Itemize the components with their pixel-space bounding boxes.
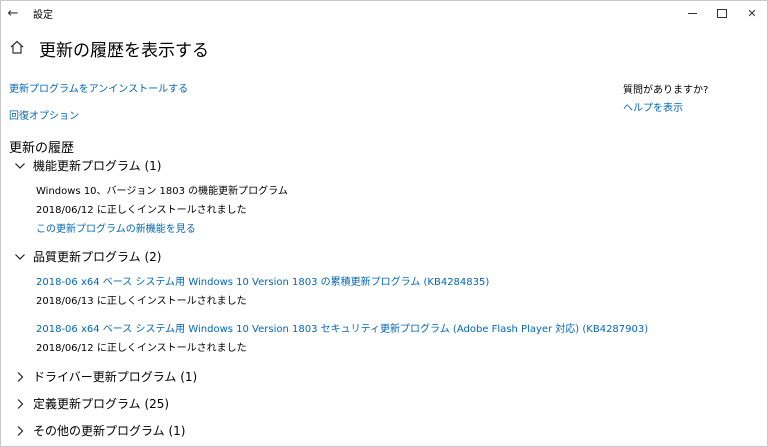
chevron-right-icon [13, 424, 27, 438]
quality-update-link-2[interactable]: 2018-06 x64 ベース システム用 Windows 10 Version… [36, 320, 648, 335]
help-question-label: 質問がありますか? [623, 85, 709, 96]
quality-update-link-1[interactable]: 2018-06 x64 ベース システム用 Windows 10 Version… [36, 273, 489, 288]
maximize-button[interactable] [707, 1, 737, 25]
window-controls: ✕ [677, 1, 767, 25]
app-title: 設定 [33, 10, 53, 21]
update-history-title: 更新の履歴 [9, 141, 75, 156]
home-icon[interactable] [9, 39, 25, 55]
quality-update-status-2: 2018/06/12 に正しくインストールされました [36, 343, 247, 354]
chevron-down-icon [13, 250, 27, 264]
recovery-options-link[interactable]: 回復オプション [9, 107, 79, 122]
definition-updates-header[interactable]: 定義更新プログラム (25) [13, 395, 169, 412]
other-updates-label: その他の更新プログラム (1) [33, 424, 186, 438]
feature-update-status: 2018/06/12 に正しくインストールされました [36, 205, 247, 216]
minimize-button[interactable] [677, 1, 707, 25]
whats-new-link[interactable]: この更新プログラムの新機能を見る [36, 220, 196, 235]
quality-updates-label: 品質更新プログラム (2) [33, 250, 162, 264]
maximize-icon [717, 8, 727, 18]
settings-window: ← 設定 ✕ 更新の履歴を表示する 更新プログラムをアンインストールする 回復オ… [0, 0, 768, 447]
chevron-right-icon [13, 397, 27, 411]
chevron-down-icon [13, 159, 27, 173]
chevron-right-icon [13, 370, 27, 384]
uninstall-updates-link[interactable]: 更新プログラムをアンインストールする [9, 80, 188, 95]
definition-updates-label: 定義更新プログラム (25) [33, 397, 170, 411]
close-button[interactable]: ✕ [737, 1, 767, 25]
get-help-link[interactable]: ヘルプを表示 [623, 99, 683, 114]
other-updates-header[interactable]: その他の更新プログラム (1) [13, 422, 185, 439]
minimize-icon [687, 12, 697, 14]
feature-updates-label: 機能更新プログラム (1) [33, 159, 162, 173]
back-button[interactable]: ← [1, 1, 25, 25]
quality-updates-header[interactable]: 品質更新プログラム (2) [13, 248, 161, 265]
back-arrow-icon: ← [7, 5, 19, 21]
driver-updates-header[interactable]: ドライバー更新プログラム (1) [13, 368, 197, 385]
title-bar: ← 設定 ✕ [1, 1, 767, 25]
page-title: 更新の履歴を表示する [39, 41, 209, 61]
quality-update-status-1: 2018/06/13 に正しくインストールされました [36, 296, 247, 307]
close-icon: ✕ [747, 6, 757, 20]
driver-updates-label: ドライバー更新プログラム (1) [33, 370, 198, 384]
feature-updates-header[interactable]: 機能更新プログラム (1) [13, 157, 161, 174]
feature-update-name: Windows 10、バージョン 1803 の機能更新プログラム [36, 186, 288, 197]
